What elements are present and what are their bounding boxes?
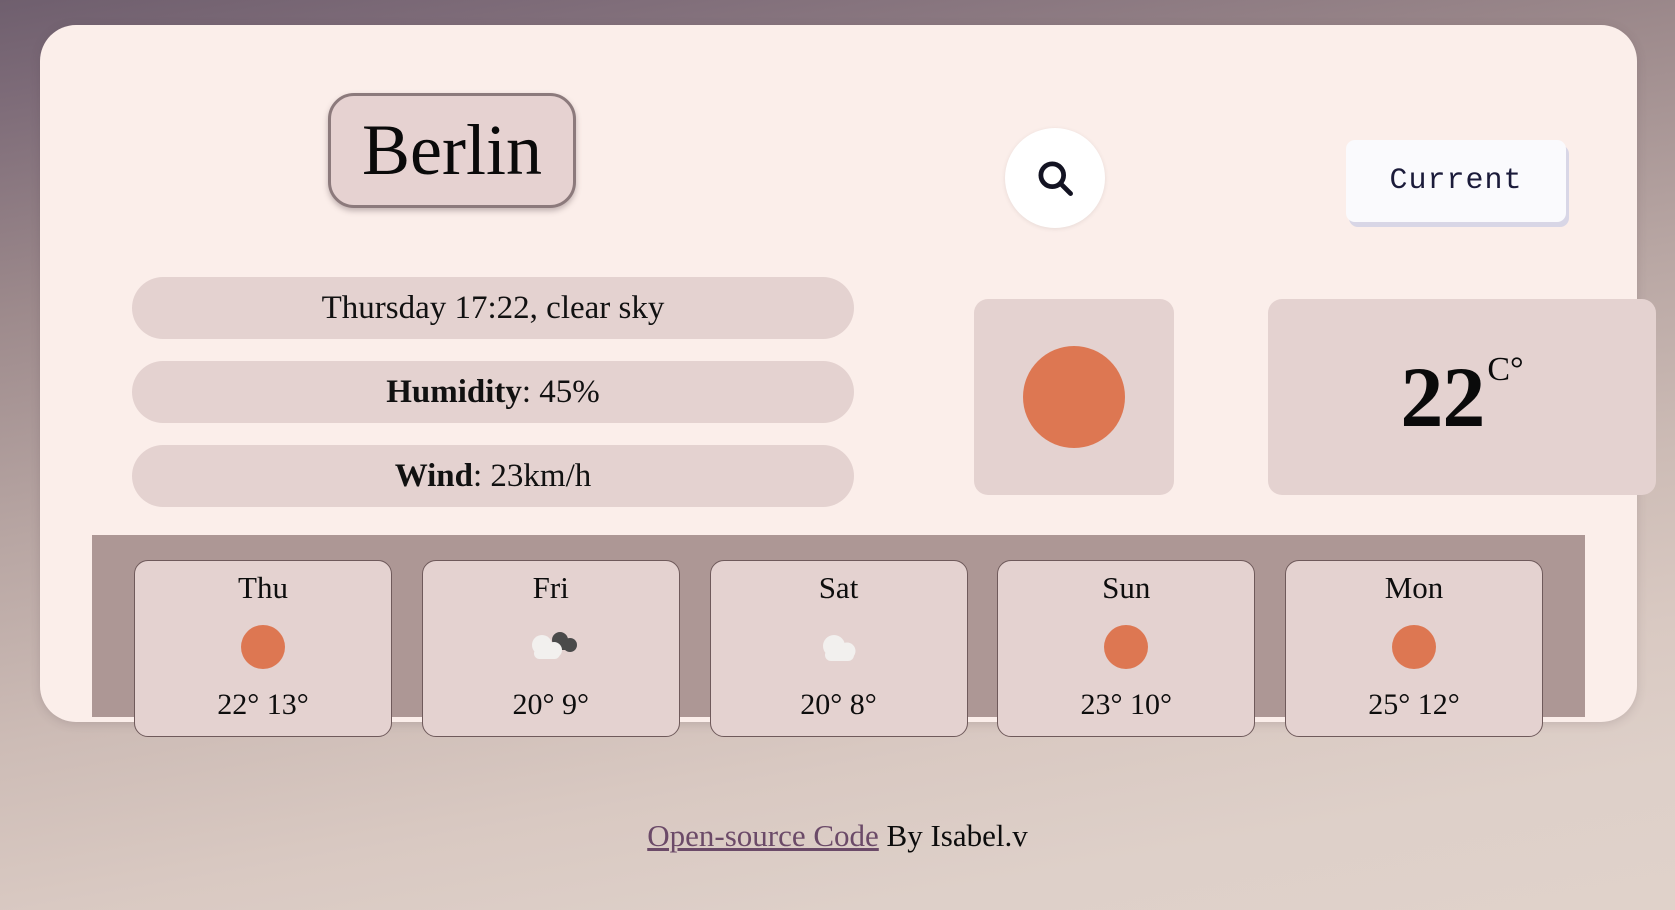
forecast-card-sun[interactable]: Sun 23° 10° — [997, 560, 1256, 737]
datetime-row: Thursday 17:22, clear sky — [132, 277, 854, 339]
forecast-card-thu[interactable]: Thu 22° 13° — [134, 560, 392, 737]
weather-app-card: Current Thursday 17:22, clear sky Humidi… — [40, 25, 1656, 737]
forecast-temps: 20° 9° — [512, 688, 590, 721]
current-temperature-panel: 22 C° — [1268, 299, 1656, 495]
search-bar: Current — [40, 25, 1637, 228]
forecast-day: Sun — [1102, 570, 1151, 605]
forecast-temps: 25° 12° — [1368, 688, 1460, 721]
humidity-row: Humidity: 45% — [132, 361, 854, 423]
humidity-label: Humidity — [386, 373, 522, 410]
datetime-text: Thursday 17:22, clear sky — [321, 289, 665, 326]
open-source-code-link[interactable]: Open-source Code — [647, 818, 879, 853]
forecast-day: Fri — [532, 570, 569, 605]
forecast-card-sat[interactable]: Sat 20° 8° — [709, 560, 968, 737]
current-details: Thursday 17:22, clear sky Humidity: 45% … — [132, 277, 854, 529]
forecast-temps: 20° 8° — [800, 688, 877, 721]
current-icon-panel — [974, 299, 1174, 495]
forecast-day: Sat — [818, 570, 859, 605]
forecast-card-fri[interactable]: Fri 20° 9° — [421, 560, 680, 737]
wind-row: Wind: 23km/h — [132, 445, 854, 507]
forecast-list: Thu 22° 13° Fri 20° 9° Sat 20° 8° Sun 23… — [92, 560, 1585, 737]
humidity-value: : 45% — [521, 373, 600, 410]
search-button[interactable] — [1005, 128, 1105, 228]
forecast-day: Mon — [1384, 570, 1444, 605]
cloud-icon — [810, 619, 868, 675]
sun-icon — [241, 619, 285, 675]
forecast-card-mon[interactable]: Mon 25° 12° — [1285, 560, 1543, 737]
forecast-temps: 23° 10° — [1080, 688, 1173, 721]
forecast-temps: 22° 13° — [217, 688, 309, 721]
temperature-value: 22 — [1400, 349, 1485, 445]
sun-icon — [1023, 346, 1125, 448]
sun-icon — [1104, 619, 1149, 675]
wind-value: : 23km/h — [473, 457, 592, 494]
current-button[interactable]: Current — [1346, 140, 1566, 222]
footer: Open-source Code By Isabel.v — [0, 818, 1675, 854]
forecast-day: Thu — [238, 570, 288, 605]
temperature-unit: C° — [1487, 351, 1524, 388]
clouds-icon — [520, 619, 582, 675]
wind-label: Wind — [394, 457, 473, 494]
city-input[interactable] — [328, 93, 576, 208]
search-icon — [1033, 156, 1077, 200]
footer-author: By Isabel.v — [878, 818, 1028, 853]
sun-icon — [1392, 619, 1436, 675]
